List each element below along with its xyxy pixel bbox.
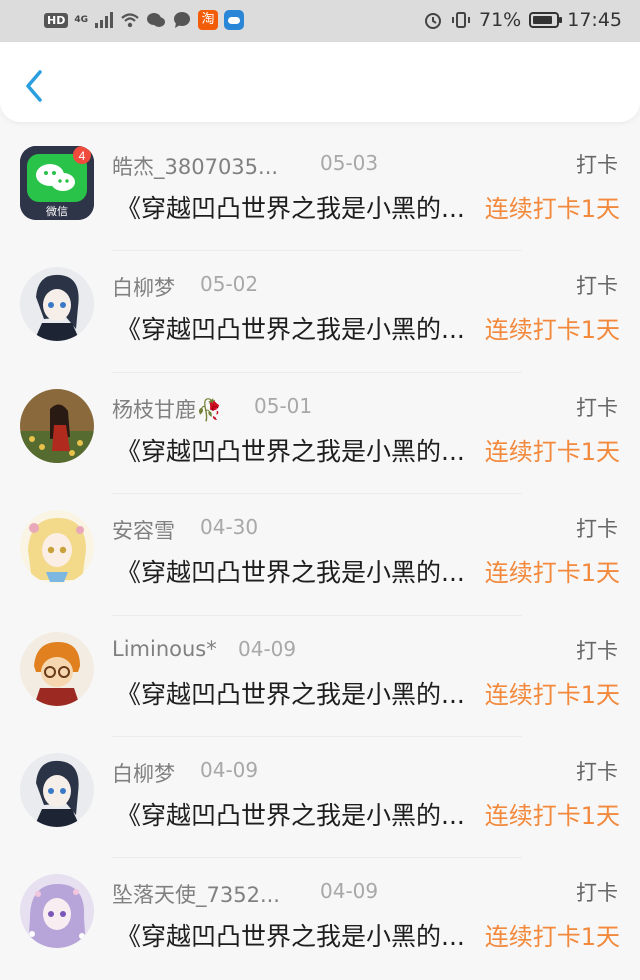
- streak-label: 连续打卡1天: [484, 437, 620, 466]
- book-title[interactable]: 《穿越凹凸世界之我是小黑的...: [116, 796, 474, 832]
- wechat-notify-icon: [147, 13, 165, 27]
- wifi-icon: [121, 13, 139, 28]
- cloud-app-icon: [224, 10, 244, 30]
- book-title[interactable]: 《穿越凹凸世界之我是小黑的...: [116, 432, 474, 468]
- anime-avatar-image: [20, 752, 94, 827]
- streak-label: 连续打卡1天: [484, 680, 620, 709]
- status-right: 71% 17:45: [423, 9, 622, 31]
- anime-avatar-image: [20, 267, 94, 342]
- book-title[interactable]: 《穿越凹凸世界之我是小黑的...: [116, 675, 474, 711]
- streak-label: 连续打卡1天: [484, 559, 620, 588]
- checkin-tag: 打卡: [576, 881, 618, 906]
- list-item[interactable]: 安容雪 04-30 打卡 《穿越凹凸世界之我是小黑的... 连续打卡1天: [0, 494, 640, 616]
- cartoon-avatar-image: [20, 631, 94, 706]
- battery-percent: 71%: [479, 9, 522, 31]
- user-name[interactable]: 坠落天使_7352...: [112, 879, 280, 909]
- list-item[interactable]: 白柳梦 04-09 打卡 《穿越凹凸世界之我是小黑的... 连续打卡1天: [0, 737, 640, 859]
- streak-label: 连续打卡1天: [484, 316, 620, 345]
- message-icon: [174, 12, 190, 28]
- vibrate-icon: [452, 12, 470, 28]
- wechat-app-icon: 4 微信: [20, 146, 94, 220]
- checkin-date: 04-09: [238, 636, 297, 661]
- battery-icon: [529, 12, 563, 28]
- list-item[interactable]: 杨枝甘鹿🥀 05-01 打卡 《穿越凹凸世界之我是小黑的... 连续打卡1天: [0, 373, 640, 495]
- alarm-icon: [425, 13, 441, 29]
- user-name[interactable]: 白柳梦: [112, 272, 175, 302]
- avatar[interactable]: [20, 388, 94, 463]
- status-left: HD 4G 淘: [44, 10, 244, 30]
- avatar[interactable]: [20, 510, 94, 585]
- checkin-date: 04-09: [320, 879, 379, 904]
- unread-count: 4: [79, 149, 86, 163]
- signal-icon: [95, 12, 113, 28]
- streak-label: 连续打卡1天: [484, 923, 620, 952]
- checkin-tag: 打卡: [576, 517, 618, 542]
- checkin-date: 05-03: [320, 151, 379, 175]
- chevron-left-icon: [26, 70, 42, 102]
- user-name[interactable]: 皓杰_3807035...: [112, 151, 278, 181]
- checkin-list: 4 微信 皓杰_3807035... 05-03 打卡 《穿越凹凸世界之我是小黑…: [0, 130, 640, 980]
- network-type: 4G: [74, 14, 88, 25]
- checkin-tag: 打卡: [576, 153, 618, 177]
- status-bar: HD 4G 淘 71% 17:45: [0, 0, 640, 42]
- avatar[interactable]: 4 微信: [20, 146, 94, 220]
- anime-avatar-image: [20, 874, 94, 949]
- list-item[interactable]: 白柳梦 05-02 打卡 《穿越凹凸世界之我是小黑的... 连续打卡1天: [0, 251, 640, 373]
- checkin-date: 05-02: [200, 272, 259, 297]
- book-title[interactable]: 《穿越凹凸世界之我是小黑的...: [116, 310, 474, 346]
- checkin-tag: 打卡: [576, 274, 618, 299]
- avatar[interactable]: [20, 874, 94, 949]
- avatar[interactable]: [20, 631, 94, 706]
- anime-avatar-image: [20, 510, 94, 585]
- checkin-tag: 打卡: [576, 395, 618, 420]
- streak-label: 连续打卡1天: [484, 801, 620, 830]
- list-item[interactable]: 坠落天使_7352... 04-09 打卡 《穿越凹凸世界之我是小黑的... 连…: [0, 858, 640, 979]
- user-name[interactable]: 杨枝甘鹿🥀: [112, 394, 222, 424]
- portrait-avatar-image: [20, 388, 94, 463]
- hd-badge: HD: [44, 12, 69, 28]
- app-label: 微信: [46, 204, 68, 218]
- clock-time: 17:45: [567, 9, 622, 31]
- user-name[interactable]: 白柳梦: [112, 758, 175, 788]
- book-title[interactable]: 《穿越凹凸世界之我是小黑的...: [116, 553, 474, 589]
- checkin-tag: 打卡: [576, 638, 618, 663]
- checkin-date: 05-01: [254, 393, 313, 418]
- taobao-icon: 淘: [198, 10, 218, 30]
- list-item[interactable]: Liminous* 04-09 打卡 《穿越凹凸世界之我是小黑的... 连续打卡…: [0, 616, 640, 737]
- list-item[interactable]: 4 微信 皓杰_3807035... 05-03 打卡 《穿越凹凸世界之我是小黑…: [0, 130, 640, 252]
- user-name[interactable]: 安容雪: [112, 515, 175, 545]
- checkin-date: 04-09: [200, 757, 259, 782]
- book-title[interactable]: 《穿越凹凸世界之我是小黑的...: [116, 917, 474, 953]
- checkin-tag: 打卡: [576, 759, 618, 784]
- checkin-date: 04-30: [200, 515, 259, 540]
- book-title[interactable]: 《穿越凹凸世界之我是小黑的...: [116, 189, 474, 225]
- user-name[interactable]: Liminous*: [112, 637, 217, 661]
- streak-label: 连续打卡1天: [484, 195, 620, 223]
- top-header: [0, 42, 640, 122]
- back-button[interactable]: [18, 66, 52, 106]
- avatar[interactable]: [20, 752, 94, 827]
- avatar[interactable]: [20, 267, 94, 342]
